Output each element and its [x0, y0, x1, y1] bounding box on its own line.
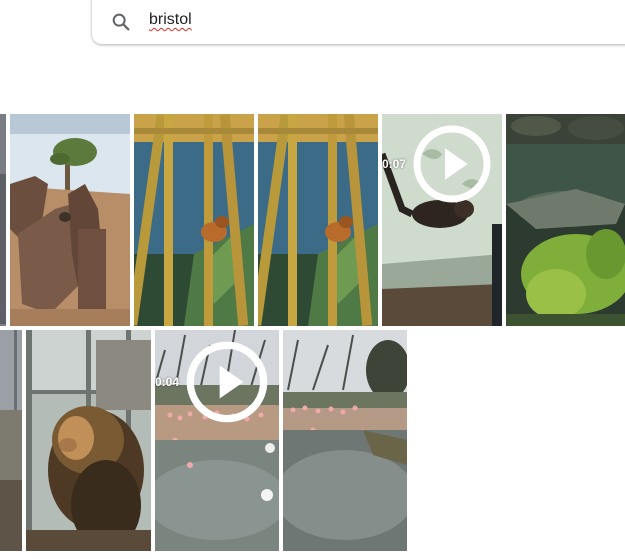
video-duration: 0:04 — [155, 374, 180, 389]
photo-thumbnail[interactable] — [134, 114, 254, 326]
search-icon[interactable] — [110, 11, 132, 33]
play-circle-icon — [186, 341, 268, 423]
search-input[interactable]: bristol — [149, 11, 192, 29]
video-thumbnail[interactable]: 0:07 — [382, 114, 502, 326]
search-bar[interactable]: bristol — [92, 0, 625, 44]
photo-thumbnail[interactable] — [26, 330, 151, 551]
video-badge: 0:04 — [155, 338, 271, 426]
photo-thumbnail[interactable] — [0, 330, 22, 551]
photo-thumbnail[interactable] — [0, 114, 6, 326]
photo-thumbnail[interactable] — [283, 330, 407, 551]
photo-thumbnail[interactable] — [506, 114, 625, 326]
video-duration: 0:07 — [382, 156, 407, 171]
video-badge: 0:07 — [382, 122, 494, 206]
play-circle-icon — [413, 125, 491, 203]
photo-thumbnail[interactable] — [10, 114, 130, 326]
video-thumbnail[interactable]: 0:04 — [155, 330, 279, 551]
photo-thumbnail[interactable] — [258, 114, 378, 326]
